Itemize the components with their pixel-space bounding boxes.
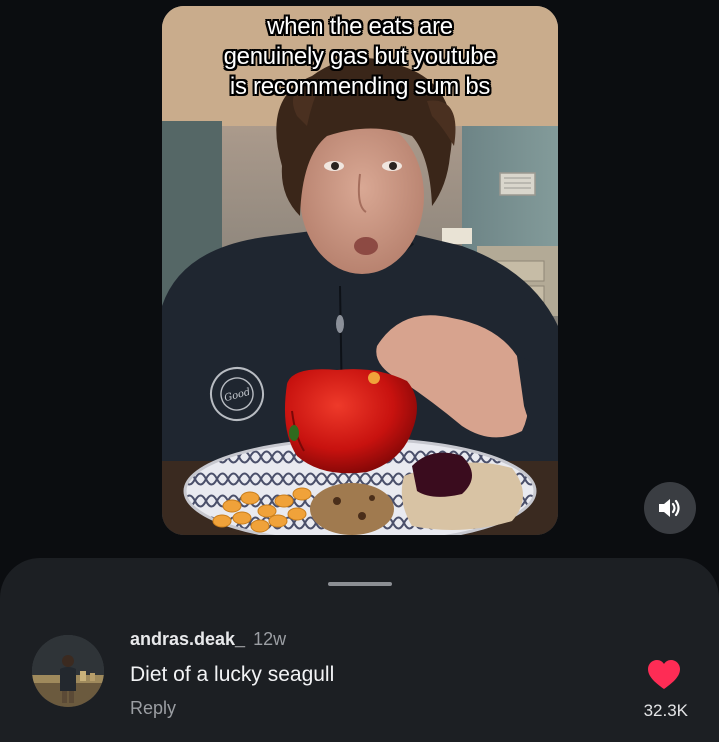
comment-item: andras.deak_ 12w Diet of a lucky seagull… bbox=[0, 558, 719, 742]
heart-icon bbox=[648, 660, 680, 689]
comment-timestamp: 12w bbox=[253, 629, 287, 649]
avatar-image bbox=[32, 635, 104, 707]
avatar[interactable] bbox=[32, 635, 104, 707]
speaker-volume-icon bbox=[659, 499, 680, 517]
volume-button[interactable] bbox=[644, 482, 696, 534]
video-caption: when the eats are genuinely gas but yout… bbox=[223, 13, 497, 100]
like-count: 32.3K bbox=[643, 701, 688, 720]
comments-sheet: andras.deak_ 12w Diet of a lucky seagull… bbox=[0, 558, 719, 742]
comment-meta: andras.deak_ 12w bbox=[130, 628, 286, 650]
comment-username[interactable]: andras.deak_ bbox=[130, 628, 245, 650]
screen: Good when the eats are genuinely gas but… bbox=[0, 0, 719, 742]
video-player[interactable]: Good when the eats are genuinely gas but… bbox=[162, 6, 558, 535]
comment-text: Diet of a lucky seagull bbox=[130, 663, 335, 686]
reply-button[interactable]: Reply bbox=[130, 697, 176, 719]
like-button[interactable] bbox=[646, 658, 682, 692]
